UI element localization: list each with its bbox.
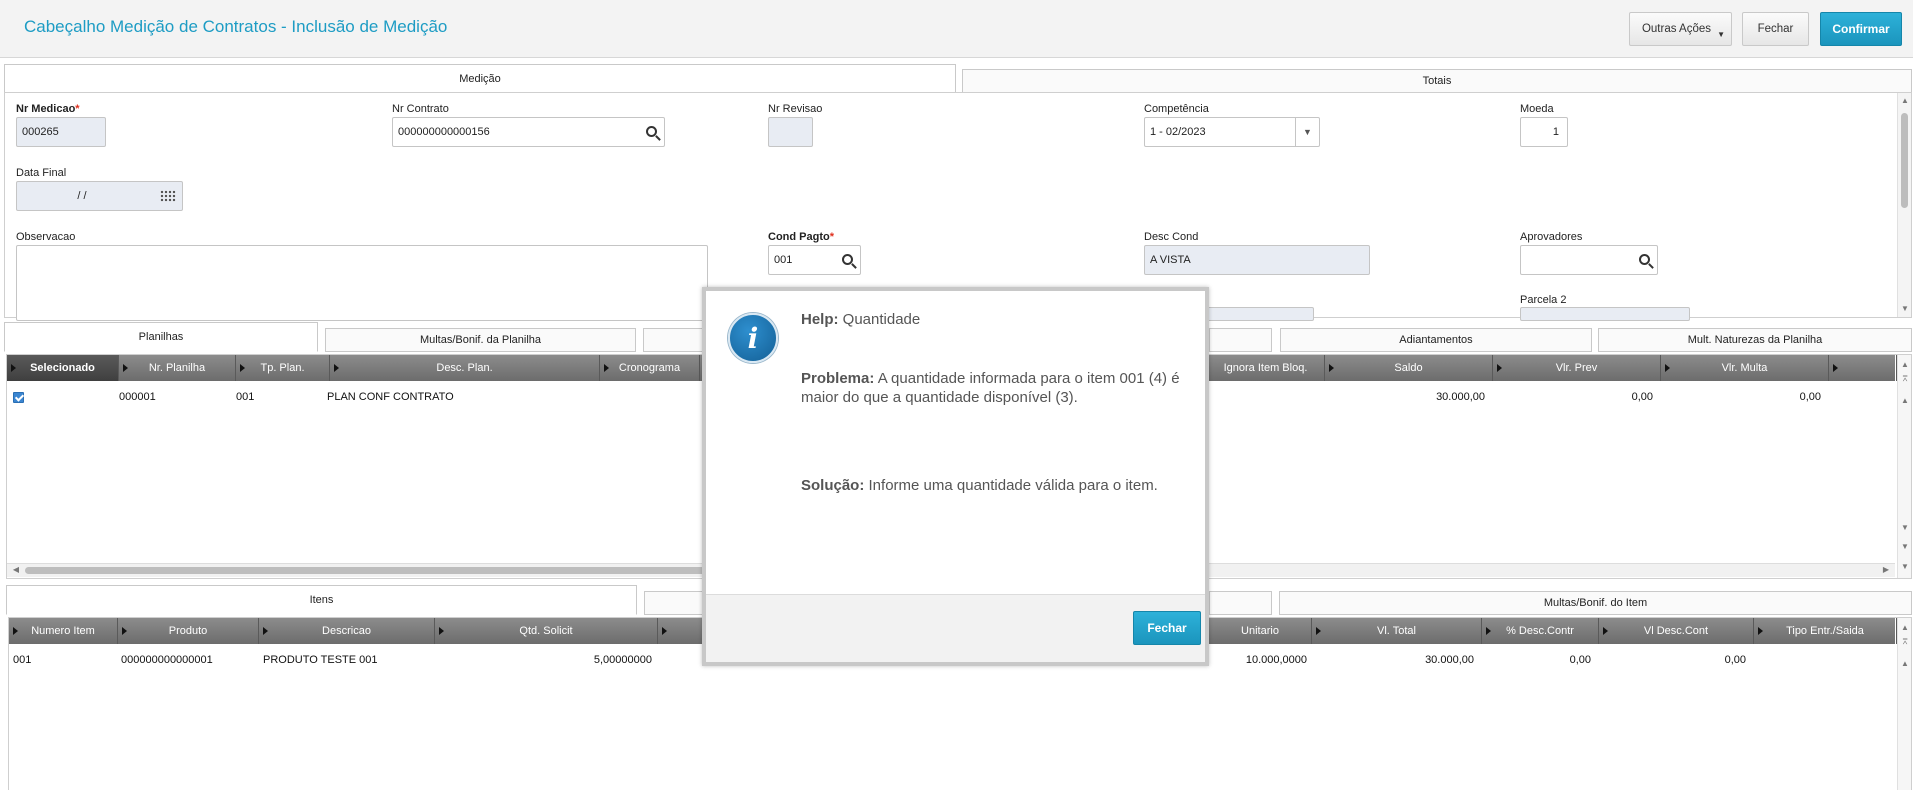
tab-hidden[interactable] bbox=[643, 328, 705, 352]
tab-hidden-3[interactable] bbox=[644, 591, 706, 615]
col-desc-plan[interactable]: Desc. Plan. bbox=[330, 355, 600, 381]
parcela2-label: Parcela 2 bbox=[1520, 294, 1567, 306]
tab-medicao[interactable]: Medição bbox=[4, 64, 956, 93]
moeda-field[interactable]: 1 bbox=[1520, 117, 1568, 147]
col-descricao[interactable]: Descricao bbox=[259, 618, 435, 644]
cell-numero-item: 001 bbox=[13, 654, 32, 666]
tab-hidden-4[interactable] bbox=[1209, 591, 1272, 615]
col-vlr-multa[interactable]: Vlr. Multa bbox=[1661, 355, 1829, 381]
cell-nr-planilha: 000001 bbox=[119, 391, 156, 403]
dropdown-arrow-icon[interactable]: ▼ bbox=[1295, 118, 1319, 146]
tab-planilhas[interactable]: Planilhas bbox=[4, 322, 318, 352]
dialog-close-button[interactable]: Fechar bbox=[1133, 611, 1201, 645]
page-title: Cabeçalho Medição de Contratos - Inclusã… bbox=[24, 17, 448, 36]
col-pct-desc-contr[interactable]: % Desc.Contr bbox=[1482, 618, 1599, 644]
cell-unitario: 10.000,0000 bbox=[1245, 654, 1307, 666]
cell-tp-plan: 001 bbox=[236, 391, 255, 403]
search-icon[interactable] bbox=[1639, 254, 1650, 265]
cell-produto: 000000000000001 bbox=[121, 654, 213, 666]
col-selecionado[interactable]: Selecionado bbox=[7, 355, 119, 381]
cond-pagto-label: Cond Pagto* bbox=[768, 231, 834, 243]
other-actions-button[interactable]: Outras Ações ▼ bbox=[1629, 12, 1732, 46]
info-icon: i bbox=[728, 313, 778, 363]
tab-totais[interactable]: Totais bbox=[962, 69, 1912, 93]
tab-itens[interactable]: Itens bbox=[6, 585, 637, 615]
observacao-label: Observacao bbox=[16, 231, 76, 243]
form-scrollbar[interactable]: ▲ ▼ bbox=[1897, 93, 1911, 317]
data-final-label: Data Final bbox=[16, 167, 67, 179]
col-saldo[interactable]: Saldo bbox=[1325, 355, 1493, 381]
col-vlr-prev[interactable]: Vlr. Prev bbox=[1493, 355, 1661, 381]
competencia-label: Competência bbox=[1144, 103, 1209, 115]
cell-desc-plan: PLAN CONF CONTRATO bbox=[327, 391, 454, 403]
col-tp-plan[interactable]: Tp. Plan. bbox=[236, 355, 330, 381]
parcela2-field[interactable] bbox=[1520, 307, 1690, 321]
nr-contrato-field[interactable]: 000000000000156 bbox=[392, 117, 665, 147]
cell-pct-desc: 0,00 bbox=[1569, 654, 1591, 666]
search-icon[interactable] bbox=[646, 126, 657, 137]
col-vl-total[interactable]: Vl. Total bbox=[1312, 618, 1482, 644]
col-next-left[interactable] bbox=[658, 618, 708, 644]
other-actions-label: Outras Ações bbox=[1641, 23, 1712, 35]
tab-adiantamentos[interactable]: Adiantamentos bbox=[1280, 328, 1592, 352]
cond-pagto-value: 001 bbox=[774, 254, 793, 266]
help-dialog: i Help: Quantidade Problema: A quantidad… bbox=[702, 287, 1209, 666]
tab-mult-naturezas[interactable]: Mult. Naturezas da Planilha bbox=[1598, 328, 1912, 352]
nr-contrato-value: 000000000000156 bbox=[398, 126, 490, 138]
aprovadores-label: Aprovadores bbox=[1520, 231, 1583, 243]
nr-medicao-field[interactable]: 000265 bbox=[16, 117, 106, 147]
tab-multas-item[interactable]: Multas/Bonif. do Item bbox=[1279, 591, 1912, 615]
competencia-select[interactable]: 1 - 02/2023 ▼ bbox=[1144, 117, 1320, 147]
nr-revisao-field[interactable] bbox=[768, 117, 813, 147]
col-tipo-entr-saida[interactable]: Tipo Entr./Saida bbox=[1754, 618, 1897, 644]
aprovadores-field[interactable] bbox=[1520, 245, 1658, 275]
col-ignora-item-bloq[interactable]: Ignora Item Bloq. bbox=[1207, 355, 1325, 381]
cell-descricao: PRODUTO TESTE 001 bbox=[263, 654, 378, 666]
nr-medicao-label: Nr Medicao* bbox=[16, 103, 80, 115]
page-header: Cabeçalho Medição de Contratos - Inclusã… bbox=[0, 0, 1913, 58]
dialog-footer: Fechar bbox=[706, 594, 1205, 662]
data-final-value: / / bbox=[77, 190, 87, 202]
observacao-textarea[interactable] bbox=[16, 245, 708, 321]
help-title: Help: Quantidade bbox=[801, 311, 921, 328]
chevron-down-icon: ▼ bbox=[1717, 30, 1725, 39]
col-unitario[interactable]: Unitario bbox=[1209, 618, 1312, 644]
col-next[interactable] bbox=[1829, 355, 1897, 381]
problem-text: Problema: A quantidade informada para o … bbox=[801, 370, 1180, 406]
col-cronograma[interactable]: Cronograma bbox=[600, 355, 700, 381]
col-nr-planilha[interactable]: Nr. Planilha bbox=[119, 355, 236, 381]
data-final-field[interactable]: / / bbox=[16, 181, 183, 211]
cond-pagto-field[interactable]: 001 bbox=[768, 245, 861, 275]
moeda-label: Moeda bbox=[1520, 103, 1554, 115]
col-qtd-solicit[interactable]: Qtd. Solicit bbox=[435, 618, 658, 644]
col-produto[interactable]: Produto bbox=[118, 618, 259, 644]
planilhas-vscroll[interactable]: ▲ ⩞ ▲ ▼ ▼ ▼ bbox=[1897, 355, 1911, 578]
search-icon[interactable] bbox=[842, 254, 853, 265]
itens-vscroll[interactable]: ▲ ⩞ ▲ bbox=[1897, 618, 1911, 790]
selected-checkbox[interactable] bbox=[13, 392, 24, 403]
col-numero-item[interactable]: Numero Item bbox=[9, 618, 118, 644]
cell-vlr-prev: 0,00 bbox=[1631, 391, 1653, 403]
cell-vl-desc: 0,00 bbox=[1724, 654, 1746, 666]
tab-multas-planilha[interactable]: Multas/Bonif. da Planilha bbox=[325, 328, 636, 352]
desc-cond-label: Desc Cond bbox=[1144, 231, 1199, 243]
medicao-form: Nr Medicao* 000265 Nr Contrato 000000000… bbox=[4, 92, 1912, 321]
close-button[interactable]: Fechar bbox=[1742, 12, 1809, 46]
solution-text: Solução: Informe uma quantidade válida p… bbox=[801, 477, 1158, 494]
tab-hidden-2[interactable] bbox=[1209, 328, 1272, 352]
cell-saldo: 30.000,00 bbox=[1436, 391, 1485, 403]
nr-revisao-label: Nr Revisao bbox=[768, 103, 823, 115]
cell-vl-total: 30.000,00 bbox=[1425, 654, 1474, 666]
cell-qtd-solicit: 5,00000000 bbox=[593, 654, 652, 666]
desc-cond-field[interactable]: A VISTA bbox=[1144, 245, 1370, 275]
col-vl-desc-cont[interactable]: Vl Desc.Cont bbox=[1599, 618, 1754, 644]
confirm-button[interactable]: Confirmar bbox=[1820, 12, 1902, 46]
calendar-icon[interactable] bbox=[160, 190, 176, 202]
nr-contrato-label: Nr Contrato bbox=[392, 103, 449, 115]
competencia-value: 1 - 02/2023 bbox=[1150, 126, 1206, 138]
cell-vlr-multa: 0,00 bbox=[1799, 391, 1821, 403]
